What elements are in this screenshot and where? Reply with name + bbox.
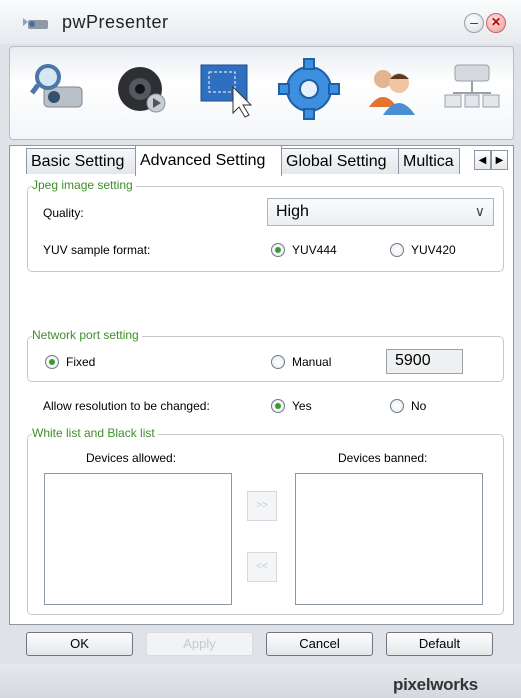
screen-capture-icon[interactable] — [195, 57, 257, 121]
yuv444-label: YUV444 — [292, 243, 337, 257]
tab-scroll-right-button[interactable]: ▶ — [491, 150, 508, 170]
port-fixed-radio[interactable] — [45, 355, 59, 369]
chevron-down-icon: ∨ — [474, 203, 485, 219]
list-group-label: White list and Black list — [32, 426, 158, 440]
users-icon[interactable] — [361, 57, 423, 121]
resolution-no-radio[interactable] — [390, 399, 404, 413]
resolution-no-label: No — [411, 399, 427, 413]
tab-advanced-setting[interactable]: Advanced Setting — [135, 145, 282, 176]
webcam-play-icon[interactable] — [112, 57, 174, 121]
pixelworks-logo: pixelworks — [393, 675, 478, 694]
quality-value: High — [276, 203, 309, 220]
close-button[interactable]: ✕ — [486, 13, 506, 33]
yuv420-label: YUV420 — [411, 243, 456, 257]
devices-banned-label: Devices banned: — [338, 451, 428, 465]
devices-banned-list[interactable] — [295, 473, 483, 605]
quality-select[interactable]: High ∨ — [267, 198, 494, 226]
tab-scroll-left-button[interactable]: ◀ — [474, 150, 491, 170]
quality-label: Quality: — [43, 206, 84, 220]
allow-resolution-label: Allow resolution to be changed: — [43, 399, 210, 413]
projector-search-icon[interactable] — [28, 57, 90, 121]
port-manual-label: Manual — [292, 355, 332, 369]
resolution-yes-radio[interactable] — [271, 399, 285, 413]
port-number-field[interactable]: 5900 — [386, 349, 463, 374]
default-button[interactable]: Default — [386, 632, 493, 656]
move-to-banned-button[interactable]: >> — [247, 491, 277, 521]
tab-basic-setting[interactable]: Basic Setting — [26, 148, 136, 174]
minimize-button[interactable]: – — [464, 13, 484, 33]
devices-allowed-list[interactable] — [44, 473, 232, 605]
apply-button[interactable]: Apply — [146, 632, 253, 656]
title-bar: pwPresenter – ✕ — [0, 0, 521, 44]
yuv444-radio[interactable] — [271, 243, 285, 257]
move-to-allowed-button[interactable]: << — [247, 552, 277, 582]
jpeg-group-label: Jpeg image setting — [32, 178, 136, 192]
cancel-button[interactable]: Cancel — [266, 632, 373, 656]
devices-allowed-label: Devices allowed: — [86, 451, 177, 465]
presenter-window: pwPresenter – ✕ Basic Setting Advanced S… — [0, 0, 521, 698]
app-title: pwPresenter — [62, 12, 169, 32]
resolution-yes-label: Yes — [292, 399, 312, 413]
yuv420-radio[interactable] — [390, 243, 404, 257]
port-fixed-label: Fixed — [66, 355, 96, 369]
yuv-format-label: YUV sample format: — [43, 243, 151, 257]
app-projector-icon — [23, 18, 48, 29]
ok-button[interactable]: OK — [26, 632, 133, 656]
tab-global-setting[interactable]: Global Setting — [281, 148, 399, 174]
gear-icon[interactable] — [278, 57, 340, 121]
function-toolbar — [9, 46, 514, 140]
network-devices-icon[interactable] — [441, 57, 503, 121]
network-group-label: Network port setting — [32, 328, 142, 342]
port-manual-radio[interactable] — [271, 355, 285, 369]
tab-multicast[interactable]: Multica — [398, 148, 460, 174]
